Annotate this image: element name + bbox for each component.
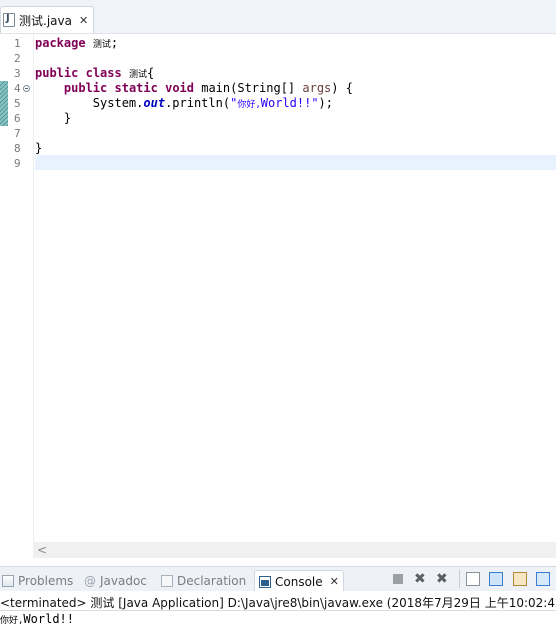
pin-console-icon[interactable] bbox=[513, 572, 527, 586]
code-text: { bbox=[146, 66, 155, 80]
keyword: void bbox=[165, 81, 194, 95]
line-number: 9 bbox=[14, 157, 21, 170]
clear-console-icon[interactable] bbox=[466, 572, 480, 586]
tab-label: Javadoc bbox=[100, 574, 147, 588]
tab-javadoc[interactable]: @ Javadoc bbox=[84, 570, 147, 592]
package-name: 测试 bbox=[92, 40, 111, 50]
close-icon[interactable]: ✕ bbox=[79, 14, 88, 27]
line-number: 3 bbox=[14, 67, 21, 80]
line-number: 2 bbox=[14, 52, 21, 65]
remove-launch-icon[interactable]: ✖ bbox=[414, 572, 428, 586]
code-text: ; bbox=[110, 36, 119, 50]
gutter-divider bbox=[33, 34, 34, 542]
declaration-icon bbox=[161, 575, 173, 587]
open-console-icon[interactable] bbox=[536, 572, 550, 586]
console-launch-status: <terminated> 测试 [Java Application] D:\Ja… bbox=[0, 596, 556, 610]
editor-tab-bar: 测试.java ✕ bbox=[0, 0, 556, 34]
console-output-text: World!! bbox=[23, 612, 74, 626]
parameter-name: args bbox=[302, 81, 332, 95]
change-indicator-bar bbox=[0, 81, 8, 126]
console-icon bbox=[259, 575, 271, 588]
console-divider bbox=[0, 610, 556, 611]
line-number: 5 bbox=[14, 97, 21, 110]
tab-label: Console bbox=[275, 574, 323, 589]
keyword: public bbox=[63, 81, 108, 95]
code-text: } bbox=[63, 111, 72, 125]
console-view[interactable]: <terminated> 测试 [Java Application] D:\Ja… bbox=[0, 591, 556, 630]
problems-icon bbox=[2, 575, 14, 587]
string-literal-cjk: 你好, bbox=[237, 100, 261, 110]
static-field: out bbox=[143, 96, 166, 110]
terminate-icon[interactable] bbox=[393, 574, 403, 584]
code-line[interactable]: public static void main(String[] args) { bbox=[35, 81, 353, 96]
console-output[interactable]: 你好,World!! bbox=[0, 612, 74, 626]
code-text: main(String[] bbox=[194, 81, 303, 95]
code-text: System. bbox=[92, 96, 144, 110]
line-number: 8 bbox=[14, 142, 21, 155]
remove-all-icon[interactable]: ✖ bbox=[436, 572, 450, 586]
toolbar-separator bbox=[459, 570, 460, 588]
code-line[interactable]: package 测试; bbox=[35, 36, 118, 51]
horizontal-scrollbar[interactable]: < bbox=[33, 542, 556, 558]
keyword: public bbox=[35, 66, 79, 80]
editor-tab-title: 测试.java bbox=[19, 13, 72, 28]
class-name: 测试 bbox=[128, 70, 147, 80]
editor-tab-java-file[interactable]: 测试.java ✕ bbox=[0, 6, 94, 33]
code-text: ); bbox=[318, 96, 333, 110]
scroll-left-icon[interactable]: < bbox=[37, 542, 47, 558]
code-line[interactable]: } bbox=[35, 141, 42, 156]
line-number: 1 bbox=[14, 37, 21, 50]
line-number: 6 bbox=[14, 112, 21, 125]
code-line[interactable]: System.out.println("你好,World!!"); bbox=[35, 96, 333, 111]
code-line[interactable]: public class 测试{ bbox=[35, 66, 154, 81]
java-file-icon bbox=[3, 13, 15, 27]
javadoc-icon: @ bbox=[84, 574, 96, 588]
keyword: static bbox=[114, 81, 158, 95]
keyword: package bbox=[35, 36, 86, 50]
code-text: ) { bbox=[331, 81, 353, 95]
tab-label: Declaration bbox=[177, 574, 247, 588]
tab-problems[interactable]: Problems bbox=[2, 570, 73, 592]
scroll-lock-icon[interactable] bbox=[489, 572, 503, 586]
tab-label: Problems bbox=[18, 574, 74, 588]
code-text: .println( bbox=[165, 96, 231, 110]
fold-icon[interactable] bbox=[23, 85, 30, 92]
keyword: class bbox=[85, 66, 122, 80]
code-text: } bbox=[35, 141, 43, 155]
close-icon[interactable]: ✕ bbox=[330, 575, 339, 588]
code-line[interactable]: } bbox=[35, 111, 71, 126]
string-literal: World!!" bbox=[260, 96, 319, 110]
line-number: 7 bbox=[14, 127, 21, 140]
console-output-cjk: 你好, bbox=[0, 616, 24, 626]
current-line-highlight bbox=[35, 155, 556, 170]
tab-declaration[interactable]: Declaration bbox=[161, 570, 246, 592]
code-editor[interactable]: 1 2 3 4 5 6 7 8 9 package 测试; public cla… bbox=[0, 34, 556, 542]
tab-console[interactable]: Console ✕ bbox=[254, 570, 344, 592]
